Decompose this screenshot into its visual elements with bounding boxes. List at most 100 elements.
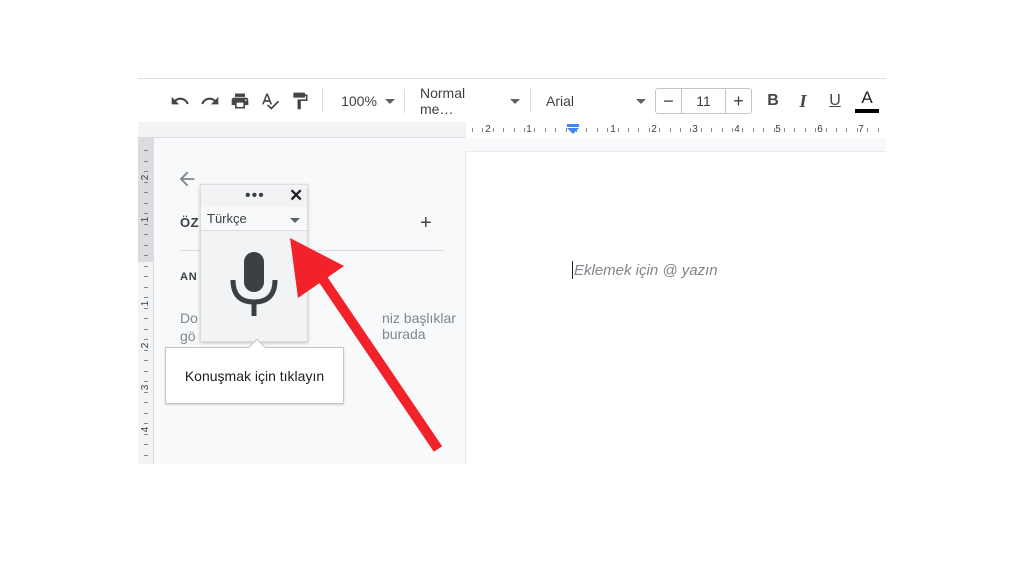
ruler-number: 6 xyxy=(817,124,823,135)
voice-typing-header: ••• ✕ xyxy=(201,185,307,207)
ruler-number: 4 xyxy=(734,124,740,135)
ruler-tick xyxy=(144,203,148,204)
ruler-tick xyxy=(514,128,515,132)
ruler-tick xyxy=(659,128,660,132)
spellcheck-icon xyxy=(262,93,280,110)
redo-button[interactable] xyxy=(198,89,222,113)
ruler-tick xyxy=(472,128,473,132)
bold-icon: B xyxy=(767,92,779,109)
ruler-tick xyxy=(826,128,827,132)
ruler-tick xyxy=(534,128,535,132)
ruler-tick xyxy=(144,276,148,277)
ruler-number: 2 xyxy=(651,124,657,135)
ruler-tick xyxy=(846,128,847,132)
ruler-number: 3 xyxy=(140,384,151,391)
arrow-back-icon xyxy=(179,171,195,187)
ruler-number: 7 xyxy=(858,124,864,135)
ruler-tick xyxy=(144,287,148,288)
ruler-number: 1 xyxy=(140,216,151,223)
italic-icon: I xyxy=(799,90,807,111)
spellcheck-button[interactable] xyxy=(258,89,282,113)
toolbar-divider xyxy=(322,89,323,113)
undo-icon xyxy=(171,96,189,105)
chevron-down-icon xyxy=(510,98,520,104)
ruler-tick xyxy=(722,128,723,132)
ruler-tick xyxy=(144,371,148,372)
paint-format-button[interactable] xyxy=(288,89,312,113)
ruler-number: 1 xyxy=(610,124,616,135)
font-size-decrease-button[interactable]: − xyxy=(656,89,682,113)
ruler-tick xyxy=(753,128,754,132)
paragraph-style-value: Normal me… xyxy=(420,85,466,117)
underline-icon: U xyxy=(829,92,841,109)
paint-format-icon xyxy=(293,92,308,110)
vertical-ruler[interactable]: 2 1 1 2 3 4 xyxy=(138,138,154,464)
ruler-tick xyxy=(878,128,879,132)
ruler-tick xyxy=(144,413,148,414)
ruler-number: 1 xyxy=(526,124,532,135)
ruler-tick xyxy=(144,234,148,235)
ruler-tick xyxy=(680,128,681,132)
ruler-tick xyxy=(836,128,837,132)
ruler-number: 3 xyxy=(692,124,698,135)
font-value: Arial xyxy=(546,93,575,109)
microphone-icon xyxy=(230,252,278,316)
ruler-tick xyxy=(763,128,764,132)
more-options-icon[interactable]: ••• xyxy=(245,187,265,205)
toolbar-divider xyxy=(530,89,531,113)
text-cursor xyxy=(572,261,573,279)
horizontal-ruler[interactable]: 2 1 1 2 3 4 5 6 7 xyxy=(138,122,886,138)
document-page[interactable]: Eklemek için @ yazın xyxy=(466,152,886,464)
ruler-tick xyxy=(784,128,785,132)
ruler-tick xyxy=(144,266,148,267)
text-color-button[interactable]: A xyxy=(855,87,879,115)
ruler-tick xyxy=(144,255,148,256)
ruler-number: 2 xyxy=(140,174,151,181)
ruler-tick xyxy=(867,128,868,132)
chevron-down-icon xyxy=(636,98,646,104)
toolbar: 100% Normal me… Arial − 11 + B I U A xyxy=(138,78,886,122)
bold-button[interactable]: B xyxy=(762,89,784,113)
ruler-tick xyxy=(144,192,148,193)
paragraph-style-select[interactable]: Normal me… xyxy=(420,85,520,117)
underline-button[interactable]: U xyxy=(824,89,846,113)
ruler-tick xyxy=(503,128,504,132)
zoom-select[interactable]: 100% xyxy=(338,89,398,113)
font-select[interactable]: Arial xyxy=(546,89,646,113)
font-size-input[interactable]: 11 xyxy=(682,89,725,113)
ruler-tick xyxy=(144,150,148,151)
indent-marker-icon[interactable] xyxy=(566,124,580,134)
ruler-tick xyxy=(144,329,148,330)
print-button[interactable] xyxy=(228,89,252,113)
ruler-tick xyxy=(586,128,587,132)
close-outline-button[interactable] xyxy=(176,168,198,195)
ruler-tick xyxy=(701,128,702,132)
print-icon xyxy=(231,93,249,109)
close-icon[interactable]: ✕ xyxy=(289,186,303,206)
ruler-tick xyxy=(144,245,148,246)
ruler-number: 2 xyxy=(140,342,151,349)
ruler-tick xyxy=(144,161,148,162)
annotation-arrow-icon xyxy=(290,238,443,452)
summary-label: ÖZ xyxy=(180,215,200,230)
ruler-tick xyxy=(545,128,546,132)
ruler-number: 1 xyxy=(140,300,151,307)
ruler-tick xyxy=(805,128,806,132)
ruler-tick xyxy=(794,128,795,132)
outline-headings-label: AN xyxy=(180,271,198,283)
language-select[interactable]: Türkçe xyxy=(201,207,307,231)
outline-empty-text: gö xyxy=(180,328,196,344)
ruler-tick xyxy=(555,128,556,132)
italic-button[interactable]: I xyxy=(792,89,814,113)
zoom-value: 100% xyxy=(341,93,377,109)
ruler-tick xyxy=(628,128,629,132)
undo-button[interactable] xyxy=(168,89,192,113)
language-value: Türkçe xyxy=(207,211,247,226)
ruler-margin xyxy=(138,138,153,262)
ruler-tick xyxy=(711,128,712,132)
ruler-number: 2 xyxy=(485,124,491,135)
ruler-number: 5 xyxy=(775,124,781,135)
font-size-increase-button[interactable]: + xyxy=(725,89,751,113)
ruler-tick xyxy=(597,128,598,132)
ruler-tick xyxy=(670,128,671,132)
